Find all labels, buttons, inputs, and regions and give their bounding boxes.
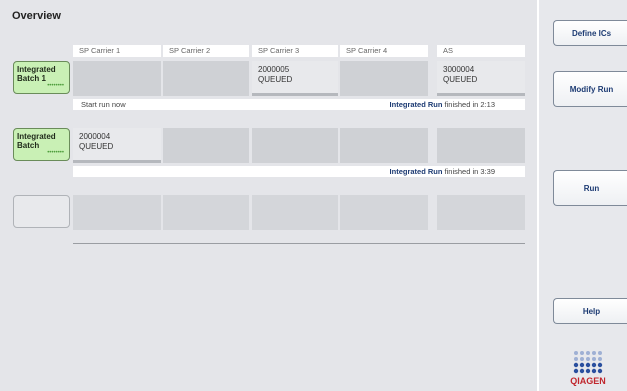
batch-1-cell-sp-carrier-1[interactable] — [73, 61, 161, 96]
batch-2-dots: •••••••• — [47, 150, 64, 156]
sample-status: QUEUED — [258, 75, 293, 84]
batch-1-status-bar: Start run now Integrated Run finished in… — [73, 99, 525, 110]
empty-cell-sp-carrier-4 — [340, 195, 428, 230]
column-header-as: AS — [437, 45, 525, 57]
sample-status: QUEUED — [79, 142, 114, 151]
run-type-label: Integrated Run — [389, 167, 443, 176]
define-ics-button[interactable]: Define ICs — [553, 20, 627, 46]
run-button[interactable]: Run — [553, 170, 627, 206]
batch-1-button[interactable]: Integrated Batch 1 •••••••• — [13, 61, 70, 94]
sample-id: 3000004 — [443, 65, 475, 74]
sidebar: Define ICs Modify Run Run Help QIAGEN — [537, 0, 627, 391]
batch-2-cell-sp-carrier-2[interactable] — [163, 128, 249, 163]
row-divider — [73, 243, 525, 244]
batch-2-cell-sp-carrier-4[interactable] — [340, 128, 428, 163]
batch-2-cell-as[interactable] — [437, 128, 525, 163]
run-type-label: Integrated Run — [389, 100, 443, 109]
empty-batch-slot-button[interactable] — [13, 195, 70, 228]
batch-2-status-bar: Integrated Run finished in 3:39 — [73, 166, 525, 177]
overview-panel: Overview SP Carrier 1 SP Carrier 2 SP Ca… — [0, 0, 537, 391]
column-header-sp-carrier-3: SP Carrier 3 — [252, 45, 338, 57]
start-run-now-text: Start run now — [81, 100, 126, 109]
page-title: Overview — [12, 10, 61, 22]
help-button[interactable]: Help — [553, 298, 627, 324]
batch-1-run-status: Integrated Run finished in 2:13 — [390, 99, 495, 110]
empty-cell-sp-carrier-2 — [163, 195, 249, 230]
batch-2-button[interactable]: Integrated Batch •••••••• — [13, 128, 70, 161]
batch-1-cell-sp-carrier-2[interactable] — [163, 61, 249, 96]
qiagen-logo: QIAGEN — [570, 351, 606, 386]
finished-time-text: finished in 2:13 — [444, 100, 495, 109]
column-header-sp-carrier-1: SP Carrier 1 — [73, 45, 161, 57]
finished-time-text: finished in 3:39 — [444, 167, 495, 176]
batch-2-run-status: Integrated Run finished in 3:39 — [390, 166, 495, 177]
batch-1-label: Integrated Batch 1 — [17, 65, 56, 83]
qiagen-logo-text: QIAGEN — [570, 376, 606, 386]
batch-2-cell-sp-carrier-1[interactable]: 2000004 QUEUED — [73, 128, 161, 163]
empty-cell-sp-carrier-1 — [73, 195, 161, 230]
empty-cell-as — [437, 195, 525, 230]
batch-1-dots: •••••••• — [47, 83, 64, 89]
empty-cell-sp-carrier-3 — [252, 195, 338, 230]
modify-run-button[interactable]: Modify Run — [553, 71, 627, 107]
batch-1-cell-as[interactable]: 3000004 QUEUED — [437, 61, 525, 96]
batch-1-cell-sp-carrier-4[interactable] — [340, 61, 428, 96]
sample-id: 2000005 — [258, 65, 290, 74]
column-header-sp-carrier-4: SP Carrier 4 — [340, 45, 428, 57]
sample-id: 2000004 — [79, 132, 111, 141]
batch-2-label: Integrated Batch — [17, 132, 56, 150]
batch-2-cell-sp-carrier-3[interactable] — [252, 128, 338, 163]
sample-status: QUEUED — [443, 75, 478, 84]
batch-1-cell-sp-carrier-3[interactable]: 2000005 QUEUED — [252, 61, 338, 96]
column-header-sp-carrier-2: SP Carrier 2 — [163, 45, 249, 57]
